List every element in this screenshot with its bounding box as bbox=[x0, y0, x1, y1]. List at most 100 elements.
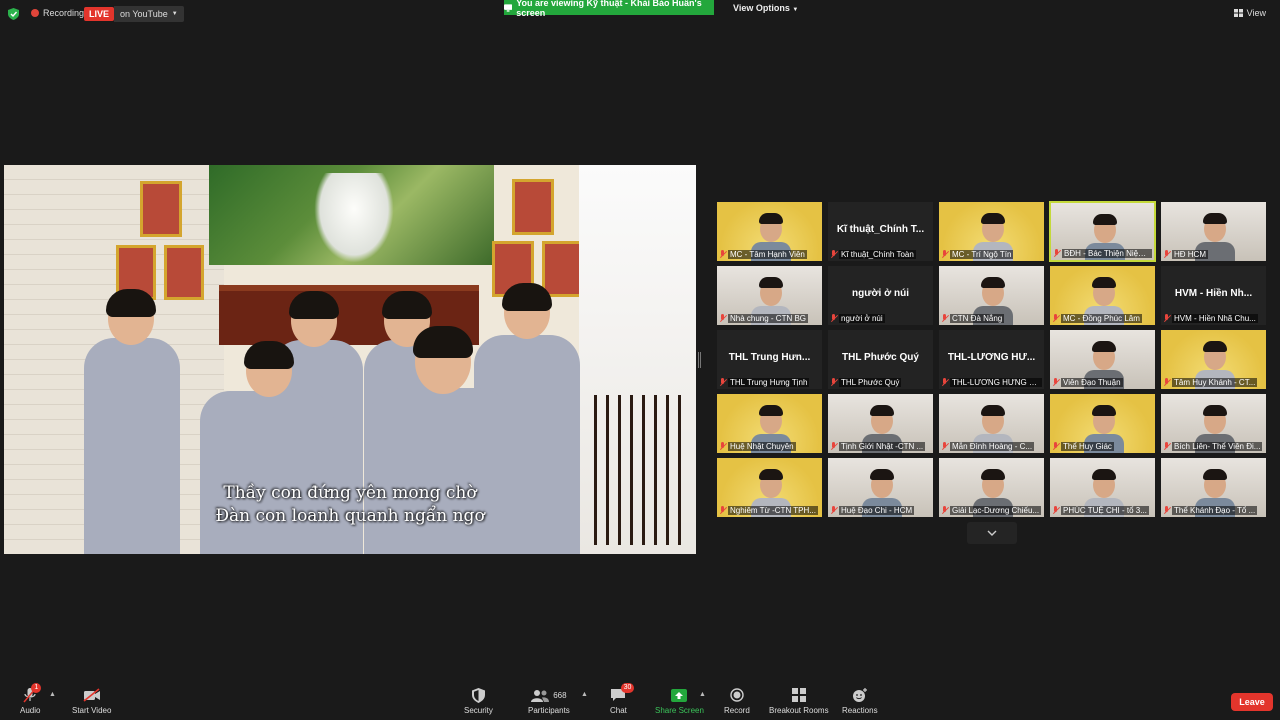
participant-tile[interactable]: Tâm Huy Khánh - CT... bbox=[1160, 329, 1267, 390]
participant-name: Huệ Đạo Chi - HCM bbox=[839, 505, 915, 515]
lyric-subtitle-line2: Đàn con loanh quanh ngẩn ngơ bbox=[215, 506, 485, 526]
participant-tile[interactable]: PHÚC TUỆ CHI - tổ 3... bbox=[1049, 457, 1156, 518]
viewing-banner-text: You are viewing Kỹ thuật - Khải Bảo Huấn… bbox=[516, 0, 702, 18]
participant-tile[interactable]: Huệ Đạo Chi - HCM bbox=[827, 457, 934, 518]
record-label: Record bbox=[724, 706, 750, 715]
participant-tile[interactable]: HVM - Hiền Nh... HVM - Hiền Nhã Chu... bbox=[1160, 265, 1267, 326]
view-options-button[interactable]: View Options ▼ bbox=[733, 3, 798, 13]
view-options-label: View Options bbox=[733, 3, 790, 13]
participant-tile[interactable]: Viên Đạo Thuận bbox=[1049, 329, 1156, 390]
participant-tile[interactable]: Bích Liên- Thể Viên Đi... bbox=[1160, 393, 1267, 454]
participant-hair bbox=[1203, 469, 1227, 480]
live-destination-label: on YouTube bbox=[120, 9, 168, 19]
participant-name-label: THL Phước Quý bbox=[830, 376, 931, 388]
participant-hair bbox=[1203, 405, 1227, 416]
chat-button[interactable]: 30 Chat bbox=[610, 683, 635, 715]
encryption-shield-icon[interactable] bbox=[8, 8, 19, 20]
microphone-muted-icon bbox=[830, 505, 837, 515]
participant-name: HVM - Hiền Nhã Chu... bbox=[1172, 313, 1258, 323]
participant-name-label: THL Trung Hưng Tịnh bbox=[719, 376, 820, 388]
participant-name-display: người ở núi bbox=[851, 288, 909, 299]
participant-name: THL-LƯƠNG HƯNG C... bbox=[950, 377, 1042, 387]
participant-name-display: THL Trung Hưn... bbox=[728, 352, 811, 363]
participant-hair bbox=[1092, 469, 1116, 480]
participant-tile[interactable]: Nghiêm Từ -CTN TPH... bbox=[716, 457, 823, 518]
microphone-muted-icon bbox=[719, 313, 726, 323]
view-label: View bbox=[1246, 8, 1266, 18]
caret-down-icon: ▼ bbox=[171, 11, 178, 17]
view-button[interactable]: View bbox=[1233, 8, 1266, 18]
breakout-rooms-icon bbox=[791, 688, 806, 702]
record-button[interactable]: Record bbox=[724, 686, 750, 715]
live-stream-indicator[interactable]: LIVE on YouTube ▼ bbox=[84, 6, 184, 22]
participant-tile[interactable]: Mẫn Đình Hoàng - C... bbox=[938, 393, 1045, 454]
leave-button[interactable]: Leave bbox=[1231, 693, 1273, 711]
reactions-button[interactable]: Reactions bbox=[842, 686, 878, 715]
lyric-subtitle-line1: Thầy con đứng yên mong chờ bbox=[223, 483, 477, 503]
breakout-rooms-button[interactable]: Breakout Rooms bbox=[769, 686, 829, 715]
participant-hair bbox=[981, 213, 1005, 224]
shield-icon bbox=[471, 687, 485, 703]
participant-name: Mẫn Đình Hoàng - C... bbox=[950, 441, 1035, 451]
participant-name-display: HVM - Hiền Nh... bbox=[1174, 288, 1253, 299]
participant-name: MC - Trí Ngộ Tín bbox=[950, 249, 1014, 259]
participant-name: CTN Đà Nẵng bbox=[950, 313, 1005, 323]
participant-tile[interactable]: MC - Tâm Hạnh Viên bbox=[716, 201, 823, 262]
gallery-next-page-button[interactable] bbox=[967, 522, 1017, 544]
audio-options-caret-icon[interactable]: ▲ bbox=[49, 691, 56, 698]
participant-tile[interactable]: Thể Khánh Đạo - Tổ ... bbox=[1160, 457, 1267, 518]
participant-tile[interactable]: THL-LƯƠNG HƯ... THL-LƯƠNG HƯNG C... bbox=[938, 329, 1045, 390]
participants-icon bbox=[531, 689, 550, 702]
participant-name: Tâm Huy Khánh - CT... bbox=[1172, 377, 1258, 387]
chat-label: Chat bbox=[610, 706, 627, 715]
microphone-muted-icon bbox=[1163, 505, 1170, 515]
participants-button[interactable]: 668 Participants bbox=[528, 686, 570, 715]
recording-indicator[interactable]: Recording bbox=[31, 8, 84, 18]
share-options-caret-icon[interactable]: ▲ bbox=[699, 691, 706, 698]
participant-hair bbox=[1092, 405, 1116, 416]
participant-hair bbox=[981, 277, 1005, 288]
participant-tile[interactable]: BĐH - Bác Thiện Niệm Chí bbox=[1049, 201, 1156, 262]
microphone-muted-icon bbox=[1163, 441, 1170, 451]
security-button[interactable]: Security bbox=[464, 686, 493, 715]
participant-hair bbox=[759, 213, 783, 224]
participant-hair bbox=[870, 469, 894, 480]
panel-resize-handle[interactable] bbox=[698, 352, 701, 368]
participant-name-label: Kĩ thuật_Chính Toàn bbox=[830, 248, 931, 260]
portrait-frame bbox=[140, 181, 182, 237]
participant-name-label: Huệ Nhật Chuyên bbox=[719, 440, 820, 452]
share-screen-button[interactable]: Share Screen bbox=[655, 686, 704, 715]
participant-name: MC - Đồng Phúc Lâm bbox=[1061, 313, 1142, 323]
audio-button[interactable]: 1 Audio bbox=[20, 683, 42, 715]
microphone-muted-icon bbox=[1163, 249, 1170, 259]
participant-hair bbox=[1093, 214, 1117, 225]
participant-hair bbox=[1092, 277, 1116, 288]
participants-options-caret-icon[interactable]: ▲ bbox=[581, 691, 588, 698]
participant-tile[interactable]: người ở núi người ở núi bbox=[827, 265, 934, 326]
start-video-button[interactable]: Start Video bbox=[72, 686, 111, 715]
participant-tile[interactable]: Giải Lạc-Dương Chiếu... bbox=[938, 457, 1045, 518]
microphone-muted-icon bbox=[941, 505, 948, 515]
participant-tile[interactable]: Thể Huy Giác bbox=[1049, 393, 1156, 454]
participant-tile[interactable]: MC - Đồng Phúc Lâm bbox=[1049, 265, 1156, 326]
participant-tile[interactable]: HĐ HCM bbox=[1160, 201, 1267, 262]
microphone-muted-icon bbox=[1163, 377, 1170, 387]
participant-tile[interactable]: Nhà chung - CTN BG bbox=[716, 265, 823, 326]
participant-tile[interactable]: THL Phước Quý THL Phước Quý bbox=[827, 329, 934, 390]
shared-screen-video[interactable]: Thầy con đứng yên mong chờ Đàn con loanh… bbox=[4, 165, 696, 554]
participant-hair bbox=[1203, 213, 1227, 224]
participant-tile[interactable]: Kĩ thuật_Chính T... Kĩ thuật_Chính Toàn bbox=[827, 201, 934, 262]
microphone-muted-icon bbox=[941, 441, 948, 451]
participant-tile[interactable]: CTN Đà Nẵng bbox=[938, 265, 1045, 326]
participant-tile[interactable]: THL Trung Hưn... THL Trung Hưng Tịnh bbox=[716, 329, 823, 390]
microphone-muted-icon bbox=[1052, 441, 1059, 451]
participant-tile[interactable]: MC - Trí Ngộ Tín bbox=[938, 201, 1045, 262]
smiley-plus-icon bbox=[852, 687, 867, 702]
participant-hair bbox=[1092, 341, 1116, 352]
participant-name: Nghiêm Từ -CTN TPH... bbox=[728, 505, 818, 515]
participant-name-label: BĐH - Bác Thiện Niệm Chí bbox=[1053, 247, 1152, 259]
participant-hair bbox=[759, 469, 783, 480]
participant-tile[interactable]: Huệ Nhật Chuyên bbox=[716, 393, 823, 454]
participant-tile[interactable]: Tịnh Giới Nhật -CTN ... bbox=[827, 393, 934, 454]
microphone-muted-icon bbox=[830, 249, 837, 259]
